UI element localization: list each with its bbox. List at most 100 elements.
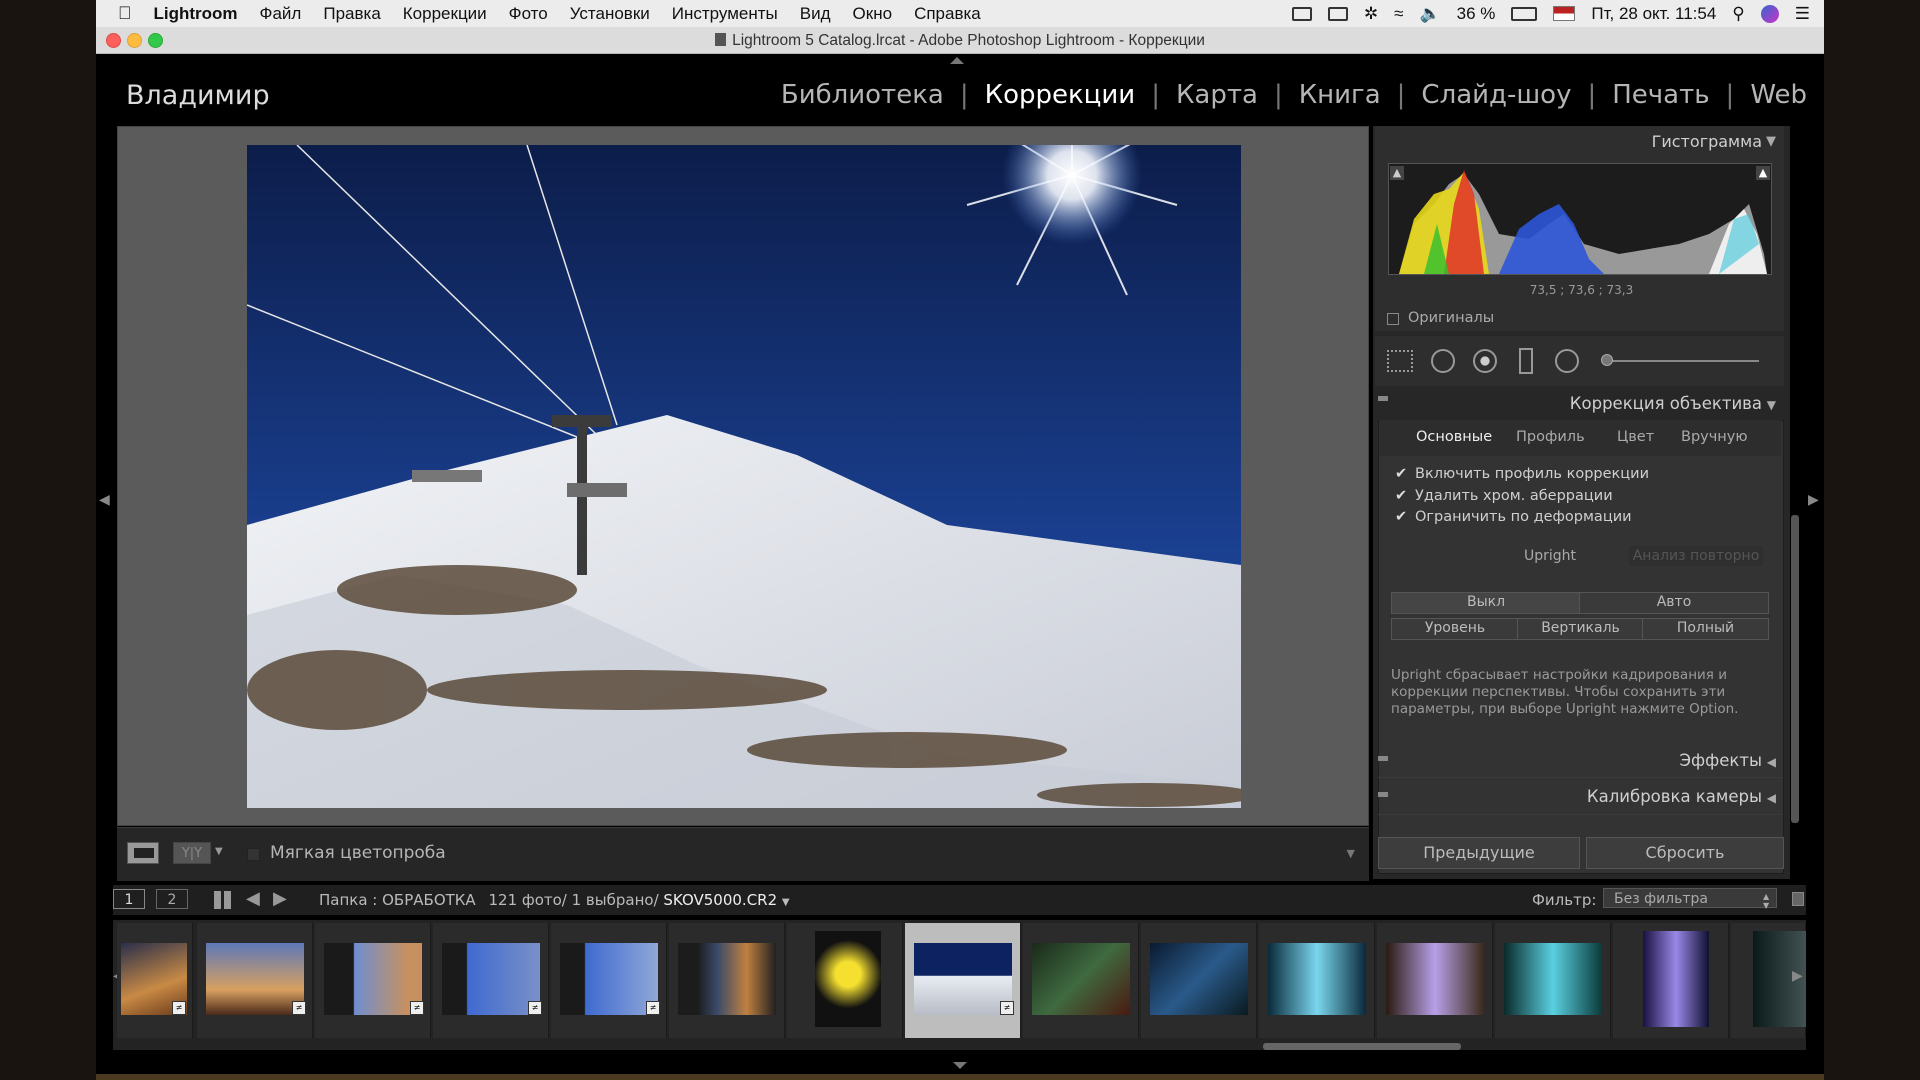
previous-button[interactable]: Предыдущие (1378, 837, 1580, 869)
tab-color[interactable]: Цвет (1617, 429, 1654, 445)
app-menu[interactable]: Lightroom (154, 4, 238, 24)
lens-corrections-title[interactable]: Коррекция объектива (1570, 394, 1762, 413)
histogram-display[interactable] (1388, 163, 1772, 275)
filmstrip-thumb[interactable] (1377, 923, 1493, 1038)
tab-manual[interactable]: Вручную (1681, 429, 1748, 445)
filmstrip-thumb[interactable] (669, 923, 785, 1038)
notification-center-icon[interactable]: ☰ (1795, 4, 1810, 24)
module-web[interactable]: Web (1750, 80, 1807, 110)
volume-icon[interactable]: 🔈 (1419, 4, 1440, 24)
clock[interactable]: Пт, 28 окт. 11:54 (1591, 4, 1716, 24)
module-slideshow[interactable]: Слайд-шоу (1421, 80, 1571, 110)
apple-icon[interactable]:  (118, 3, 132, 24)
before-after-icon[interactable]: Y|Y (173, 842, 211, 864)
spot-removal-icon[interactable] (1431, 349, 1455, 373)
battery-icon[interactable] (1511, 6, 1538, 21)
upright-vertical-button[interactable]: Вертикаль (1517, 618, 1644, 640)
chevron-down-icon[interactable]: ▼ (215, 846, 223, 857)
panel-switch-icon[interactable] (1378, 792, 1388, 797)
soft-proof-checkbox[interactable] (247, 848, 260, 861)
tab-basic[interactable]: Основные (1416, 429, 1492, 445)
filmstrip-scrollbar[interactable] (1263, 1043, 1461, 1050)
filter-lock-icon[interactable] (1792, 892, 1804, 906)
menu-edit[interactable]: Правка (323, 4, 380, 24)
expand-triangle-icon[interactable]: ◀ (1767, 755, 1776, 769)
screen-record-icon[interactable] (1291, 6, 1312, 21)
window-1-button[interactable]: 1 (113, 889, 145, 909)
shadow-clipping-icon[interactable]: ▲ (1390, 166, 1404, 180)
back-arrow-icon[interactable]: ◀ (246, 888, 260, 909)
upright-auto-button[interactable]: Авто (1579, 592, 1769, 614)
panel-switch-icon[interactable] (1378, 396, 1388, 401)
histogram-title[interactable]: Гистограмма (1652, 132, 1762, 151)
filmstrip-thumb[interactable] (1259, 923, 1375, 1038)
filmstrip-thumb[interactable] (1613, 923, 1729, 1038)
filmstrip-thumb[interactable]: ≠ (433, 923, 549, 1038)
toolbar-menu-icon[interactable]: ▼ (1347, 847, 1355, 860)
upright-full-button[interactable]: Полный (1642, 618, 1769, 640)
highlight-clipping-icon[interactable]: ▲ (1756, 166, 1770, 180)
menu-develop[interactable]: Коррекции (403, 4, 487, 24)
filter-select[interactable]: Без фильтра (1603, 888, 1777, 908)
camera-calibration-title[interactable]: Калибровка камеры (1587, 787, 1762, 806)
constrain-crop-checkbox[interactable]: ✔ Ограничить по деформации (1395, 509, 1632, 525)
effects-title[interactable]: Эффекты (1680, 751, 1763, 770)
red-eye-icon[interactable] (1473, 349, 1497, 373)
module-book[interactable]: Книга (1299, 80, 1381, 110)
crop-tool-icon[interactable] (1387, 350, 1413, 372)
menu-file[interactable]: Файл (260, 4, 302, 24)
menu-window[interactable]: Окно (853, 4, 893, 24)
brush-slider-track[interactable] (1605, 360, 1759, 362)
expand-triangle-icon[interactable]: ◀ (1767, 791, 1776, 805)
wifi-icon[interactable]: ≈ (1394, 4, 1403, 24)
brush-slider-thumb[interactable] (1601, 354, 1613, 366)
radial-filter-icon[interactable] (1555, 349, 1579, 373)
right-panel-scrollbar[interactable] (1791, 515, 1799, 823)
loupe-view-icon[interactable] (127, 842, 159, 864)
left-panel-toggle-icon[interactable]: ◀ (99, 492, 110, 508)
window-2-button[interactable]: 2 (156, 889, 188, 909)
bottom-panel-toggle-icon[interactable] (953, 1062, 967, 1069)
module-map[interactable]: Карта (1176, 80, 1258, 110)
upright-level-button[interactable]: Уровень (1391, 618, 1519, 640)
filmstrip-thumb[interactable] (1495, 923, 1611, 1038)
enable-profile-checkbox[interactable]: ✔ Включить профиль коррекции (1395, 466, 1649, 482)
menu-view[interactable]: Вид (800, 4, 831, 24)
module-library[interactable]: Библиотека (781, 80, 944, 110)
menu-settings[interactable]: Установки (570, 4, 650, 24)
identity-plate[interactable]: Владимир (126, 80, 270, 111)
siri-icon[interactable] (1760, 4, 1779, 23)
top-panel-toggle-icon[interactable] (950, 57, 964, 64)
remove-ca-checkbox[interactable]: ✔ Удалить хром. аберрации (1395, 488, 1613, 504)
display-icon[interactable] (1327, 6, 1348, 21)
module-print[interactable]: Печать (1612, 80, 1709, 110)
filmstrip-thumb[interactable]: ≠ (117, 923, 193, 1038)
flag-icon[interactable] (1553, 6, 1576, 21)
filmstrip-scroll-right-icon[interactable]: ▶ (1792, 968, 1803, 984)
reset-button[interactable]: Сбросить (1586, 837, 1784, 869)
filmstrip-thumb[interactable]: ≠ (551, 923, 667, 1038)
main-photo[interactable] (247, 145, 1241, 808)
filmstrip-source[interactable]: Папка : ОБРАБОТКА 121 фото/ 1 выбрано/ S… (319, 891, 790, 909)
collapse-triangle-icon[interactable]: ▼ (1767, 398, 1776, 412)
reanalyze-button[interactable]: Анализ повторно (1629, 546, 1763, 566)
bluetooth-icon[interactable]: ✲ (1364, 4, 1378, 24)
filmstrip-thumb[interactable] (1141, 923, 1257, 1038)
module-develop[interactable]: Коррекции (985, 80, 1136, 110)
menu-tools[interactable]: Инструменты (672, 4, 778, 24)
search-icon[interactable]: ⚲ (1732, 4, 1744, 24)
graduated-filter-icon[interactable] (1519, 348, 1533, 374)
upright-off-button[interactable]: Выкл (1391, 592, 1581, 614)
tab-profile[interactable]: Профиль (1516, 429, 1585, 445)
filmstrip-thumb[interactable]: ≠ (315, 923, 431, 1038)
filmstrip-thumb[interactable] (1023, 923, 1139, 1038)
panel-switch-icon[interactable] (1378, 756, 1388, 761)
grid-view-icon[interactable] (214, 891, 232, 909)
filmstrip-thumb[interactable]: ≠ (197, 923, 313, 1038)
forward-arrow-icon[interactable]: ▶ (273, 888, 287, 909)
originals-checkbox[interactable] (1387, 313, 1399, 325)
filmstrip-thumb-selected[interactable]: ≠ (905, 923, 1021, 1038)
menu-help[interactable]: Справка (914, 4, 981, 24)
menu-photo[interactable]: Фото (509, 4, 548, 24)
collapse-triangle-icon[interactable]: ▼ (1766, 134, 1776, 149)
